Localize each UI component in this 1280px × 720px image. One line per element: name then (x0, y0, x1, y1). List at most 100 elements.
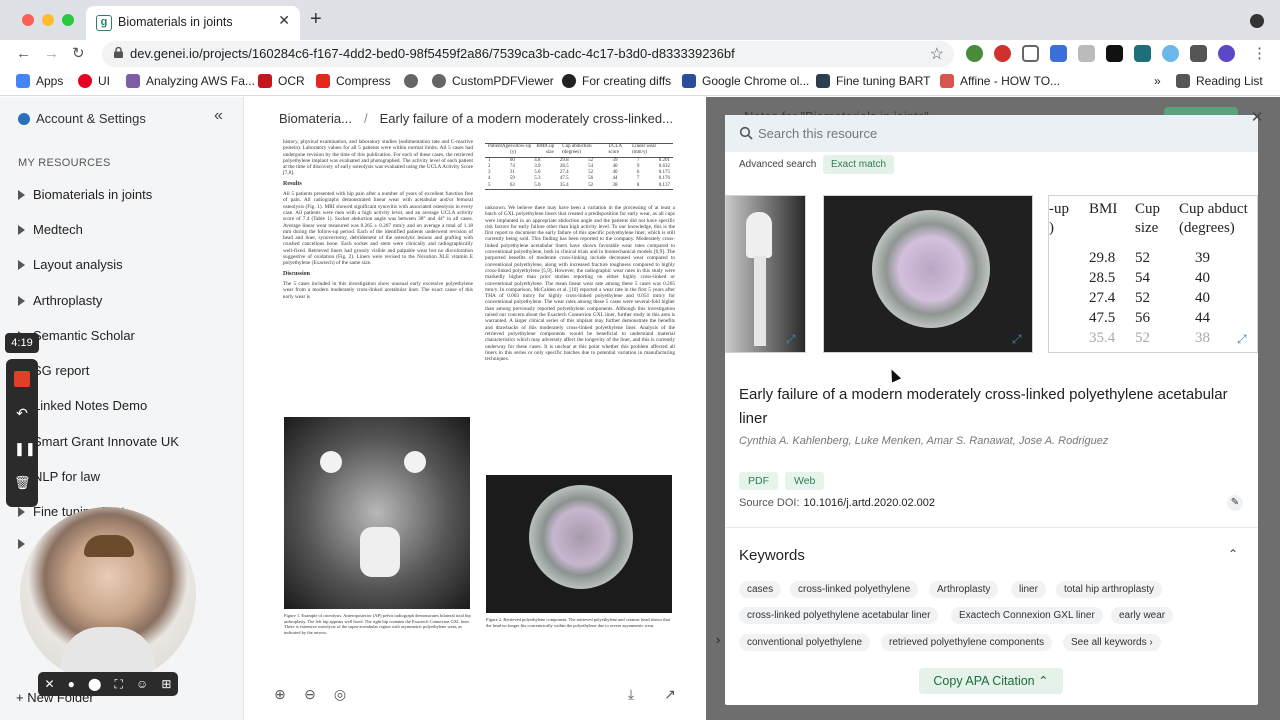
keyword-chip[interactable]: cross-linked polyethylene acetabular lin… (739, 607, 939, 624)
bookmark-custompdfviewer[interactable]: CustomPDFViewer (432, 74, 554, 88)
share-icon[interactable]: ↗ (661, 685, 679, 703)
bookmark-fine-tuning-bart[interactable]: Fine tuning BART (816, 74, 931, 88)
thumbnail-table[interactable]: -up ) BMI Cup size Cup abduct (degrees) … (1048, 195, 1258, 353)
breadcrumb-parent[interactable]: Biomateria... (279, 111, 352, 126)
extension-icon-teal[interactable] (1134, 45, 1151, 62)
browser-menu-icon[interactable]: ⋮ (1252, 43, 1267, 65)
bookmark-compress[interactable]: Compress (316, 74, 391, 88)
bookmark-creating-diffs[interactable]: For creating diffs (562, 74, 671, 88)
close-tab-icon[interactable]: ✕ (278, 12, 290, 29)
tab-search-icon[interactable] (1250, 14, 1264, 28)
extensions-puzzle-icon[interactable] (1190, 45, 1207, 62)
pocket-icon[interactable] (1022, 45, 1039, 62)
download-icon[interactable]: ⤓ (622, 685, 640, 703)
chevron-right-icon[interactable]: › (716, 632, 720, 647)
keyword-chip[interactable]: Arthroplasty (929, 581, 999, 598)
extension-icon-red[interactable] (994, 45, 1011, 62)
sidebar-item-biomaterials[interactable]: Biomaterials in joints (18, 187, 152, 202)
expand-icon[interactable]: ⤢ (786, 332, 800, 346)
undo-icon[interactable]: ↶ (14, 405, 30, 421)
chevron-up-icon[interactable]: ⌃ (1228, 547, 1238, 561)
account-settings-link[interactable]: Account & Settings (18, 111, 146, 126)
bookmark-ui[interactable]: UI (78, 74, 110, 88)
source-doi: Source DOI: 10.1016/j.artd.2020.02.002 (739, 497, 936, 509)
bookmark-google-chrome[interactable]: Google Chrome ol... (682, 74, 809, 88)
search-input[interactable]: Search this resource (758, 126, 877, 141)
bookmark-globe[interactable] (404, 74, 418, 88)
web-chip[interactable]: Web (785, 472, 825, 490)
back-icon[interactable]: ← (16, 43, 31, 65)
expand-icon[interactable]: ⤢ (1012, 332, 1026, 346)
zoom-in-icon[interactable]: ⊕ (271, 685, 289, 703)
keyword-chip[interactable]: early wear (1111, 607, 1174, 624)
exact-match-toggle[interactable]: Exact match (823, 155, 895, 174)
zoom-out-icon[interactable]: ⊖ (301, 685, 319, 703)
fit-page-icon[interactable]: ◎ (331, 685, 349, 703)
edit-pencil-icon[interactable]: ✎ (1227, 495, 1243, 511)
retrieved-liner-photo[interactable] (486, 475, 672, 613)
keyword-chip[interactable]: liner (1011, 581, 1046, 598)
xray-figure-image[interactable] (284, 417, 470, 609)
browser-tab[interactable]: g Biomaterials in joints ✕ (86, 6, 300, 40)
extension-icon-c[interactable] (1106, 45, 1123, 62)
thumbnail-liner-photo[interactable]: ⤢ (823, 195, 1033, 353)
close-icon[interactable]: ✕ (45, 677, 55, 691)
maximize-window-button[interactable] (62, 14, 74, 26)
address-bar[interactable]: dev.genei.io/projects/160284c6-f167-4dd2… (102, 41, 954, 67)
dot-large-icon[interactable]: ⬤ (88, 677, 101, 691)
table-cell: 40 (1195, 270, 1210, 286)
bookmark-ocr[interactable]: OCR (258, 74, 305, 88)
fullscreen-icon[interactable]: ⛶ (115, 677, 123, 692)
keyword-chip[interactable]: cross-linked polyethylene (790, 581, 919, 598)
see-all-keywords-link[interactable]: See all keywords › (1063, 634, 1161, 651)
close-icon[interactable]: ✕ (1248, 109, 1266, 127)
extension-icon-green[interactable] (966, 45, 983, 62)
reading-list[interactable]: Reading List (1176, 74, 1263, 88)
sidebar-item-arthroplasty[interactable]: Arthroplasty (18, 293, 102, 308)
sidebar-item-hidden[interactable] (18, 539, 25, 549)
doi-link[interactable]: 10.1016/j.artd.2020.02.002 (804, 497, 936, 509)
person-icon[interactable]: ☺ (136, 677, 148, 691)
sidebar-item-medtech[interactable]: Medtech (18, 222, 83, 237)
trash-icon[interactable]: 🗑 (14, 475, 31, 491)
extension-icon-grid[interactable] (1078, 45, 1095, 62)
collapse-sidebar-icon[interactable]: « (214, 107, 223, 125)
profile-avatar[interactable] (1218, 45, 1235, 62)
paper-authors: Cynthia A. Kahlenberg, Luke Menken, Amar… (739, 435, 1109, 447)
extension-icon-react[interactable] (1162, 45, 1179, 62)
extension-icon-blue-wave[interactable] (1050, 45, 1067, 62)
bookmark-apps[interactable]: Apps (16, 74, 63, 88)
advanced-search-dropdown[interactable]: Advanced search⌄ (739, 159, 830, 170)
minimize-window-button[interactable] (42, 14, 54, 26)
sidebar-item-layout-analysis[interactable]: Layout analysis (18, 257, 123, 272)
new-tab-button[interactable]: + (310, 9, 322, 29)
bookmark-star-icon[interactable]: ☆ (930, 44, 944, 64)
reload-icon[interactable]: ↻ (72, 43, 85, 65)
table-cell: 27.4 (1089, 290, 1116, 306)
bookmark-analyzing-aws[interactable]: Analyzing AWS Fa... (126, 74, 255, 88)
table-cell: 54 (1135, 270, 1150, 286)
pdf-chip[interactable]: PDF (739, 472, 778, 490)
close-window-button[interactable] (22, 14, 34, 26)
thumbnail-xray[interactable]: ⤢ (725, 195, 806, 353)
table-cell: 52 (1135, 330, 1150, 346)
resource-search-bar[interactable]: Search this resource (725, 115, 1258, 152)
dot-small-icon[interactable]: ● (68, 677, 75, 691)
keyword-chip[interactable]: cases (739, 581, 782, 598)
browser-tab-bar: g Biomaterials in joints ✕ + (0, 0, 1280, 40)
bookmark-affine[interactable]: Affine - HOW TO... (940, 74, 1060, 88)
keyword-chip[interactable]: conventional polyethylene (739, 634, 871, 651)
expand-icon[interactable]: ⤢ (1237, 332, 1251, 346)
pdf-heading-results: Results (283, 180, 302, 187)
keyword-chip[interactable]: retrieved polyethylene components (881, 634, 1053, 651)
gift-icon[interactable]: ⊞ (161, 677, 171, 691)
copy-apa-citation-button[interactable]: Copy APA Citation ⌃ (919, 668, 1063, 694)
pause-icon[interactable]: ❚❚ (14, 441, 36, 457)
forward-icon[interactable]: → (44, 43, 59, 65)
bookmarks-overflow[interactable]: » (1154, 74, 1161, 88)
stop-recording-icon[interactable] (14, 371, 30, 387)
liner-ring (872, 210, 990, 328)
keyword-chip[interactable]: Exactech Connexion GXL liner (951, 607, 1103, 624)
keyword-chip[interactable]: total hip arthroplasty (1056, 581, 1163, 598)
sidebar-item-smart-grant[interactable]: Smart Grant Innovate UK (18, 434, 179, 449)
